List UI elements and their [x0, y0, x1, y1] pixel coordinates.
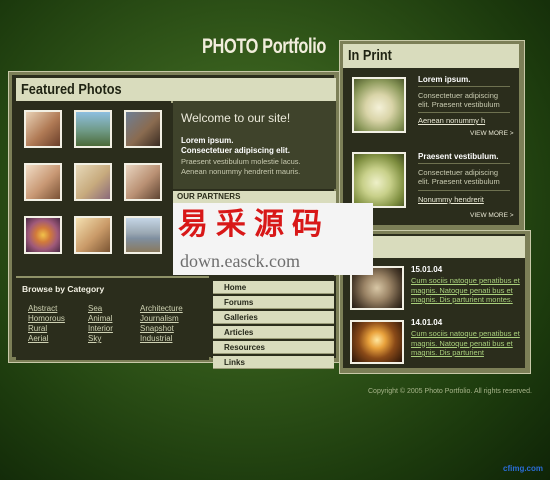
thumbnail-flower-macro[interactable]	[24, 216, 62, 254]
nav-item-galleries[interactable]: Galleries	[213, 311, 334, 324]
nav-item-articles[interactable]: Articles	[213, 326, 334, 339]
news-link[interactable]: magnis. Natoque penati bus et	[411, 339, 513, 349]
nav-item-home[interactable]: Home	[213, 281, 334, 294]
print-heading: Lorem ipsum.	[418, 75, 471, 84]
watermark-url: down.easck.com	[180, 251, 300, 271]
category-link[interactable]: Snapshot	[140, 324, 174, 334]
news-link[interactable]: magnis. Dis parturient	[411, 348, 484, 358]
divider	[418, 86, 510, 87]
copyright: Copyright © 2005 Photo Portfolio. All ri…	[368, 388, 532, 395]
view-more-link[interactable]: VIEW MORE >	[470, 212, 514, 219]
category-link[interactable]: Architecture	[140, 304, 183, 314]
watermark-text: 易采源码	[178, 207, 330, 242]
partners-title: OUR PARTNERS	[177, 192, 241, 201]
print-link[interactable]: Aenean nonummy h	[418, 116, 485, 125]
news-link[interactable]: magnis. Natoque penati bus et	[411, 286, 513, 296]
divider	[418, 190, 510, 191]
thumbnail-woman-portrait[interactable]	[24, 110, 62, 148]
news-image-lamp[interactable]	[350, 320, 404, 364]
welcome-lead: Lorem ipsum.	[181, 136, 234, 145]
welcome-body: Aenean nonummy hendrerit mauris.	[181, 167, 301, 176]
news-date: 14.01.04	[411, 318, 443, 327]
corner-watermark: cfimg.com	[503, 464, 544, 473]
category-link[interactable]: Industrial	[140, 334, 172, 344]
category-link[interactable]: Journalism	[140, 314, 179, 324]
news-link[interactable]: Cum sociis natoque penatibus et	[411, 329, 520, 339]
thumbnail-blonde-woman[interactable]	[74, 216, 112, 254]
print-image-tulips[interactable]	[352, 77, 406, 133]
print-heading: Praesent vestibulum.	[418, 152, 499, 161]
welcome-title: Welcome to our site!	[181, 111, 291, 125]
thumbnail-group-photo[interactable]	[124, 110, 162, 148]
nav-item-forums[interactable]: Forums	[213, 296, 334, 309]
thumbnail-landscape-tree[interactable]	[74, 110, 112, 148]
site-title: PHOTO Portfolio	[202, 35, 326, 58]
welcome-body: Praesent vestibulum molestie lacus.	[181, 157, 301, 166]
print-text: elit. Praesent vestibulum	[418, 177, 500, 186]
category-link[interactable]: Sky	[88, 334, 101, 344]
print-text: Consectetuer adipiscing	[418, 91, 499, 100]
view-more-link[interactable]: VIEW MORE >	[470, 130, 514, 137]
category-link[interactable]: Abstract	[28, 304, 57, 314]
welcome-lead: Consectetuer adipiscing elit.	[181, 146, 290, 155]
print-text: Consectetuer adipiscing	[418, 168, 499, 177]
in-print-title: In Print	[348, 47, 392, 64]
category-link[interactable]: Rural	[28, 324, 47, 334]
thumbnail-buildings[interactable]	[124, 216, 162, 254]
category-link[interactable]: Homorous	[28, 314, 65, 324]
thumbnail-woman-beach[interactable]	[74, 163, 112, 201]
thumbnail-reclining-woman[interactable]	[24, 163, 62, 201]
news-link[interactable]: magnis. Dis parturient montes.	[411, 295, 513, 305]
divider	[418, 163, 510, 164]
divider	[418, 112, 510, 113]
print-text: elit. Praesent vestibulum	[418, 100, 500, 109]
featured-title: Featured Photos	[21, 81, 122, 98]
nav-item-links[interactable]: Links	[213, 356, 334, 369]
news-date: 15.01.04	[411, 265, 443, 274]
print-link[interactable]: Nonummy hendrerit	[418, 195, 484, 204]
news-link[interactable]: Cum sociis natoque penatibus et	[411, 276, 520, 286]
print-image-flower[interactable]	[352, 152, 406, 208]
category-link[interactable]: Interior	[88, 324, 113, 334]
category-link[interactable]: Animal	[88, 314, 112, 324]
nav-item-resources[interactable]: Resources	[213, 341, 334, 354]
thumbnail-woman-sitting[interactable]	[124, 163, 162, 201]
category-link[interactable]: Sea	[88, 304, 102, 314]
category-link[interactable]: Aerial	[28, 334, 48, 344]
browse-title: Browse by Category	[22, 284, 105, 294]
